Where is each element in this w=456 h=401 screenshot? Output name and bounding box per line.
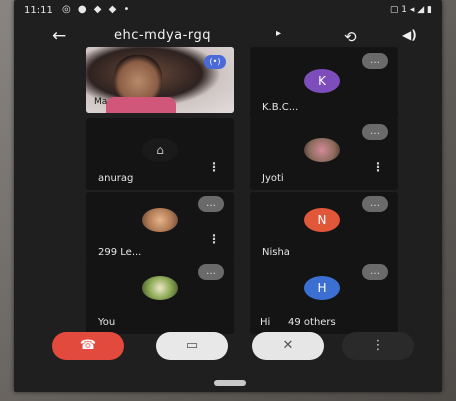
participant-name: 299 Le... <box>98 247 142 258</box>
more-options-icon[interactable]: ⋮ <box>208 160 220 174</box>
mic-off-icon: ✕ <box>282 338 294 353</box>
end-call-button[interactable]: ☎ <box>52 332 124 360</box>
more-vertical-icon: ⋮ <box>371 338 385 353</box>
more-options-icon[interactable]: … <box>362 196 388 212</box>
participant-avatar-photo <box>304 138 340 162</box>
more-options-icon[interactable]: … <box>362 53 388 69</box>
participant-name-prefix: Hi <box>260 317 271 328</box>
camera-toggle-button[interactable]: ▭ <box>156 332 228 360</box>
photo-background: 11:11 ◎ ● ◆ ◆ • ▢ 1 ◂ ◢ ▮ ← ehc-mdya-rgq… <box>0 0 456 401</box>
more-options-icon[interactable]: ⋮ <box>208 232 220 246</box>
participant-avatar-photo <box>142 208 178 232</box>
switch-camera-icon[interactable]: ⟲ <box>344 27 366 47</box>
participant-avatar-photo <box>142 276 178 300</box>
phone-icon: ☎ <box>79 338 97 353</box>
more-actions-button[interactable]: ⋮ <box>342 332 414 360</box>
participant-name: Ma <box>94 97 108 107</box>
participant-tile-others[interactable]: … H Hi 49 others <box>250 262 398 334</box>
participant-tile-nisha[interactable]: … N Nisha <box>250 192 398 264</box>
participant-clothing <box>106 97 176 113</box>
participant-avatar: H <box>304 276 340 300</box>
more-options-icon[interactable]: … <box>362 264 388 280</box>
participant-name: Jyoti <box>262 173 284 184</box>
camera-off-icon: ▭ <box>185 338 199 353</box>
participant-name: 49 others <box>288 317 336 328</box>
status-time: 11:11 <box>24 5 53 16</box>
participant-name: Nisha <box>262 247 290 258</box>
back-arrow-icon[interactable]: ← <box>52 26 74 46</box>
speaker-icon[interactable]: ◀) <box>402 28 417 42</box>
participant-avatar: K <box>304 69 340 93</box>
participant-face <box>114 55 162 103</box>
participant-name: anurag <box>98 173 134 184</box>
status-bar: 11:11 ◎ ● ◆ ◆ • ▢ 1 ◂ ◢ ▮ <box>14 0 442 22</box>
participant-tile-le[interactable]: … ⋮ 299 Le... <box>86 192 234 264</box>
meeting-info-caret-icon[interactable]: ▸ <box>276 28 281 39</box>
participant-tile-you[interactable]: … You <box>86 262 234 334</box>
gesture-nav-handle[interactable] <box>214 380 246 386</box>
participant-avatar: N <box>304 208 340 232</box>
more-options-icon[interactable]: … <box>198 264 224 280</box>
audio-indicator-icon: (•) <box>204 55 226 69</box>
status-system-icons: ▢ 1 ◂ ◢ ▮ <box>389 5 432 15</box>
participant-tile-me[interactable]: (•) Ma <box>86 47 234 113</box>
participant-tile-jyoti[interactable]: … ⋮ Jyoti <box>250 118 398 190</box>
more-options-icon[interactable]: … <box>198 196 224 212</box>
participant-name: K.B.C... <box>262 102 299 113</box>
phone-screen: 11:11 ◎ ● ◆ ◆ • ▢ 1 ◂ ◢ ▮ ← ehc-mdya-rgq… <box>14 0 442 392</box>
participant-tile-kbc[interactable]: … K K.B.C... <box>250 47 398 119</box>
more-options-icon[interactable]: ⋮ <box>372 160 384 174</box>
mic-toggle-button[interactable]: ✕ <box>252 332 324 360</box>
person-icon: ⌂ <box>142 138 178 162</box>
participant-name: You <box>98 317 116 328</box>
meeting-code[interactable]: ehc-mdya-rgq <box>114 28 211 43</box>
participant-tile-anurag[interactable]: ⌂ ⋮ anurag <box>86 118 234 190</box>
status-notification-icons: ◎ ● ◆ ◆ • <box>62 4 132 15</box>
more-options-icon[interactable]: … <box>362 124 388 140</box>
